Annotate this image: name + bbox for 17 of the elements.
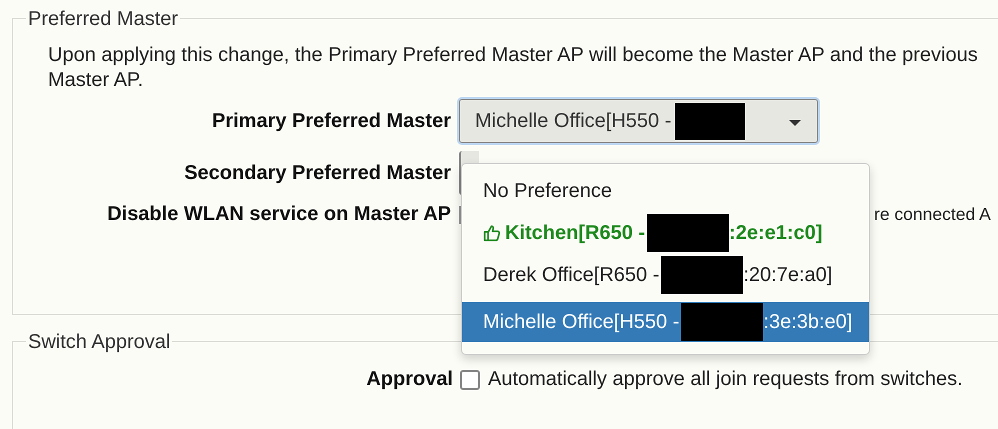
dropdown-option[interactable]: Kitchen[R650 - :2e:e1:c0]	[462, 212, 869, 254]
select-dropdown[interactable]: Michelle Office[H550 -	[459, 99, 818, 143]
field-label: Secondary Preferred Master	[183, 162, 451, 184]
dropdown-option[interactable]: Michelle Office[H550 - :3e:3b:e0]	[462, 302, 869, 342]
dropdown-option[interactable]: No Preference	[462, 170, 869, 212]
dropdown-option[interactable]: Derek Office[R650 - :20:7e:a0]	[462, 254, 869, 296]
option-text: re connected A	[874, 204, 991, 225]
caret-icon	[789, 120, 801, 126]
field-label: Disable WLAN service on Master AP	[106, 203, 451, 226]
section-legend: Switch Approval	[26, 331, 172, 353]
checkbox[interactable]	[460, 370, 480, 390]
thumbs-up-icon	[483, 224, 501, 242]
checkbox-label: Automatically approve all join requests from switches.	[488, 368, 963, 391]
description-text: Upon applying this change, the Primary Preferred Master AP will become the Master AP and the previous	[48, 43, 979, 68]
field-label: Primary Preferred Master	[210, 110, 451, 132]
description-text: Master AP.	[48, 68, 144, 93]
field-label: Approval	[365, 368, 453, 391]
